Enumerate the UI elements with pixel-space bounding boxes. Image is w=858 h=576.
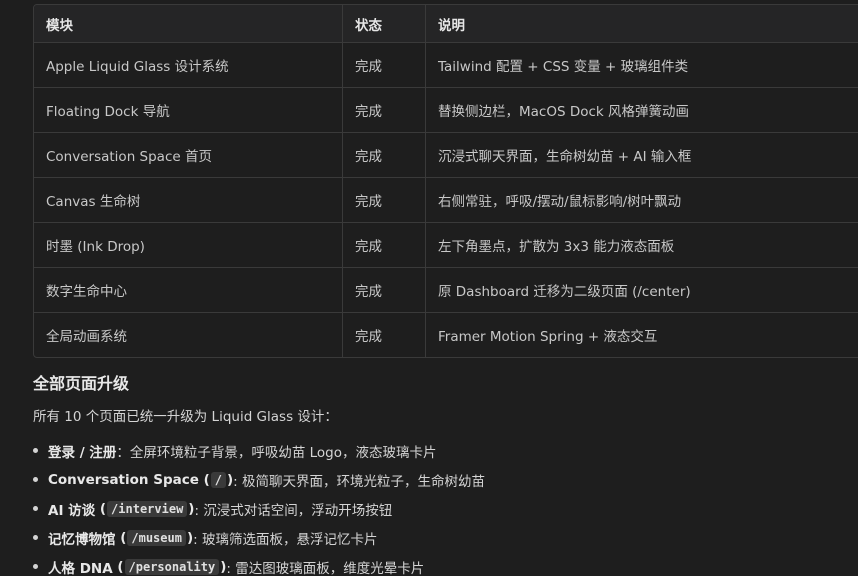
list-item: 人格 DNA (/personality) : 雷达图玻璃面板，维度光晕卡片 — [33, 552, 485, 576]
table-cell-description: Tailwind 配置 + CSS 变量 + 玻璃组件类 — [438, 59, 689, 75]
table-row: Apple Liquid Glass 设计系统 完成 Tailwind 配置 +… — [34, 42, 858, 87]
list-item-text: : 雷达图玻璃面板，维度光晕卡片 — [226, 560, 425, 576]
table-cell-module: Floating Dock 导航 — [34, 88, 343, 132]
section-heading: 全部页面升级 — [33, 374, 130, 393]
table-cell-module: Canvas 生命树 — [34, 178, 343, 222]
list-item: Conversation Space (/) : 极简聊天界面，环境光粒子，生命… — [33, 465, 485, 494]
list-item-title: AI 访谈 — [48, 502, 96, 519]
list-item-title: 登录 / 注册 — [48, 444, 117, 461]
list-item: 登录 / 注册 ：全屏环境粒子背景，呼吸幼苗 Logo，液态玻璃卡片 — [33, 436, 485, 465]
table-row: Conversation Space 首页 完成 沉浸式聊天界面，生命树幼苗 +… — [34, 132, 858, 177]
bullet-icon — [33, 448, 38, 453]
table-cell-description: 沉浸式聊天界面，生命树幼苗 + AI 输入框 — [438, 149, 692, 165]
table-cell-description: 左下角墨点，扩散为 3x3 能力液态面板 — [438, 239, 675, 255]
list-item-text: : 极简聊天界面，环境光粒子，生命树幼苗 — [233, 473, 485, 490]
list-item-title: Conversation Space — [48, 471, 199, 488]
table-cell-module: Conversation Space 首页 — [34, 133, 343, 177]
table-cell-status: 完成 — [343, 133, 426, 177]
table-row: Canvas 生命树 完成 右侧常驻，呼吸/摆动/鼠标影响/树叶飘动 — [34, 177, 858, 222]
table-header-row: 模块 状态 说明 — [34, 5, 858, 42]
table-cell-status: 完成 — [343, 223, 426, 267]
table-cell-status: 完成 — [343, 268, 426, 312]
table-cell-module: 时墨 (Ink Drop) — [34, 223, 343, 267]
bullet-icon — [33, 564, 38, 569]
list-item-text: : 沉浸式对话空间，浮动开场按钮 — [194, 502, 393, 519]
list-item-text: : 玻璃筛选面板，悬浮记忆卡片 — [193, 531, 378, 548]
table-row: Floating Dock 导航 完成 替换侧边栏，MacOS Dock 风格弹… — [34, 87, 858, 132]
bullet-icon — [33, 477, 38, 482]
route-code: / — [210, 471, 226, 488]
table-row: 数字生命中心 完成 原 Dashboard 迁移为二级页面 (/center) — [34, 267, 858, 312]
route-code: /personality — [124, 558, 220, 575]
pages-list: 登录 / 注册 ：全屏环境粒子背景，呼吸幼苗 Logo，液态玻璃卡片 Conve… — [33, 436, 485, 576]
table-header-description: 说明 — [438, 17, 465, 34]
table-cell-description: 替换侧边栏，MacOS Dock 风格弹簧动画 — [438, 104, 690, 120]
table-cell-description: 右侧常驻，呼吸/摆动/鼠标影响/树叶飘动 — [438, 194, 682, 210]
table-row: 全局动画系统 完成 Framer Motion Spring + 液态交互 — [34, 312, 858, 357]
table-cell-status: 完成 — [343, 43, 426, 87]
table-cell-module: 全局动画系统 — [34, 313, 343, 357]
table-cell-status: 完成 — [343, 178, 426, 222]
table-cell-description: Framer Motion Spring + 液态交互 — [438, 329, 658, 345]
table-row: 时墨 (Ink Drop) 完成 左下角墨点，扩散为 3x3 能力液态面板 — [34, 222, 858, 267]
table-cell-status: 完成 — [343, 88, 426, 132]
modules-table: 模块 状态 说明 Apple Liquid Glass 设计系统 完成 Tail… — [33, 4, 858, 358]
route-code: /museum — [127, 529, 186, 546]
list-item-title: 人格 DNA — [48, 560, 113, 576]
bullet-icon — [33, 535, 38, 540]
bullet-icon — [33, 506, 38, 511]
table-header-module: 模块 — [34, 5, 343, 42]
list-item: AI 访谈 (/interview) : 沉浸式对话空间，浮动开场按钮 — [33, 494, 485, 523]
table-cell-status: 完成 — [343, 313, 426, 357]
table-cell-module: Apple Liquid Glass 设计系统 — [34, 43, 343, 87]
document-view: 模块 状态 说明 Apple Liquid Glass 设计系统 完成 Tail… — [0, 0, 858, 576]
list-item-text: ：全屏环境粒子背景，呼吸幼苗 Logo，液态玻璃卡片 — [116, 444, 437, 461]
table-cell-module: 数字生命中心 — [34, 268, 343, 312]
route-code: /interview — [107, 500, 188, 517]
list-item-title: 记忆博物馆 — [48, 531, 116, 548]
section-intro: 所有 10 个页面已统一升级为 Liquid Glass 设计： — [33, 409, 338, 425]
table-header-status: 状态 — [343, 5, 426, 42]
list-item: 记忆博物馆 (/museum) : 玻璃筛选面板，悬浮记忆卡片 — [33, 523, 485, 552]
table-cell-description: 原 Dashboard 迁移为二级页面 (/center) — [438, 284, 691, 300]
